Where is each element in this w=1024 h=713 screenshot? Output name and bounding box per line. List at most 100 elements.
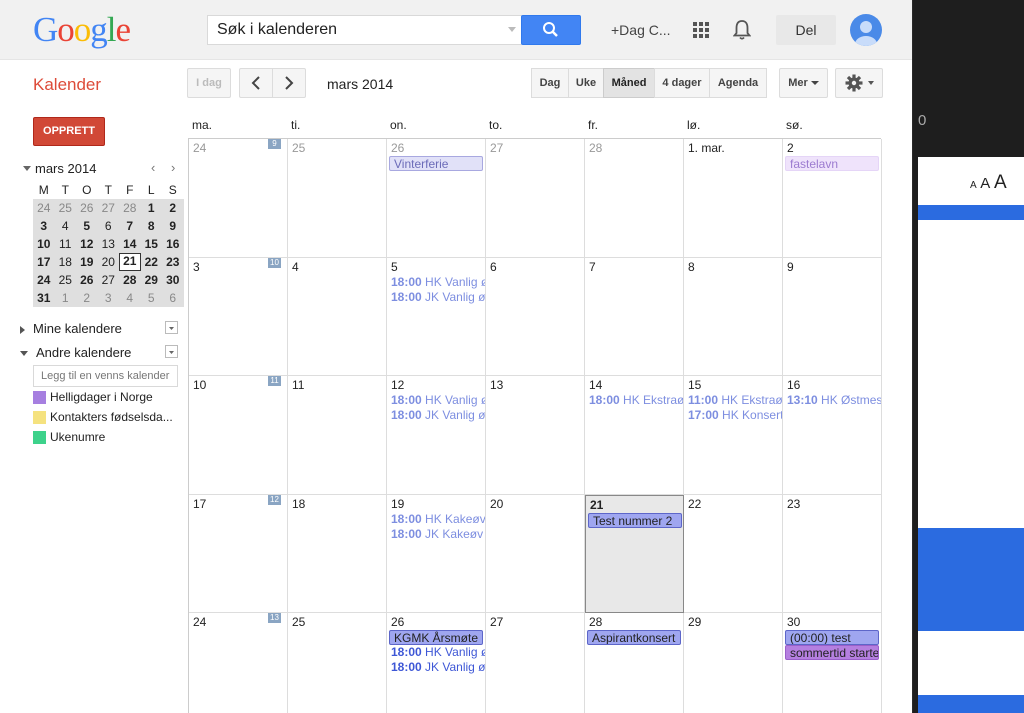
- add-friend-calendar-input[interactable]: Legg til en venns kalender: [33, 365, 178, 387]
- day-number[interactable]: 13: [490, 378, 503, 392]
- day-number[interactable]: 25: [292, 615, 305, 629]
- day-cell[interactable]: 3 10: [189, 257, 288, 376]
- view-button-0[interactable]: Dag: [531, 68, 569, 98]
- settings-button[interactable]: [835, 68, 883, 98]
- day-number[interactable]: 24: [193, 615, 206, 629]
- day-cell[interactable]: 27: [486, 139, 585, 258]
- event-item[interactable]: 18:00 JK Vanlig øv: [391, 660, 485, 675]
- day-number[interactable]: 21: [590, 498, 603, 512]
- create-event-button[interactable]: OPPRETT: [33, 117, 105, 146]
- mini-day[interactable]: 17: [33, 253, 55, 271]
- mini-day[interactable]: 20: [98, 253, 120, 271]
- mini-day[interactable]: 26: [76, 271, 98, 289]
- mini-day[interactable]: 6: [98, 217, 120, 235]
- day-number[interactable]: 28: [589, 141, 602, 155]
- day-number[interactable]: 11: [292, 378, 304, 392]
- day-number[interactable]: 14: [589, 378, 602, 392]
- day-number[interactable]: 3: [193, 260, 200, 274]
- mini-day[interactable]: 7: [119, 217, 141, 235]
- mini-day[interactable]: 28: [119, 199, 141, 217]
- user-name-link[interactable]: +Dag C...: [611, 22, 671, 38]
- mini-day[interactable]: 5: [141, 289, 163, 307]
- other-calendars-section[interactable]: Andre kalendere: [20, 345, 178, 360]
- day-cell[interactable]: 28: [585, 139, 684, 258]
- mini-day[interactable]: 19: [76, 253, 98, 271]
- day-cell[interactable]: 22: [684, 494, 783, 613]
- day-number[interactable]: 26: [391, 615, 404, 629]
- google-logo[interactable]: Google: [33, 10, 131, 50]
- day-cell[interactable]: 13: [486, 376, 585, 495]
- mini-day[interactable]: 21: [119, 253, 141, 271]
- event-chip[interactable]: (00:00) test: [785, 630, 879, 645]
- mini-day[interactable]: 30: [162, 271, 184, 289]
- apps-grid-icon[interactable]: [693, 22, 709, 38]
- mini-day[interactable]: 12: [76, 235, 98, 253]
- day-cell[interactable]: 1613:10 HK Østmesse: [783, 376, 882, 495]
- day-number[interactable]: 15: [688, 378, 701, 392]
- search-options-caret[interactable]: [508, 27, 516, 32]
- day-number[interactable]: 12: [391, 378, 404, 392]
- mini-day[interactable]: 24: [33, 199, 55, 217]
- mini-day[interactable]: 4: [55, 217, 77, 235]
- calendar-color-swatch[interactable]: [33, 391, 46, 404]
- mini-day[interactable]: 6: [162, 289, 184, 307]
- day-number[interactable]: 27: [490, 615, 503, 629]
- previous-button[interactable]: [239, 68, 273, 98]
- day-cell[interactable]: 8: [684, 257, 783, 376]
- day-cell[interactable]: 14 18:00 HK Ekstraøv: [585, 376, 684, 495]
- day-cell[interactable]: 17 12: [189, 494, 288, 613]
- day-number[interactable]: 20: [490, 497, 503, 511]
- mini-day[interactable]: 1: [55, 289, 77, 307]
- mini-next-month-icon[interactable]: ›: [171, 160, 175, 175]
- day-number[interactable]: 23: [787, 497, 800, 511]
- day-cell[interactable]: 2 fastelavn: [783, 139, 882, 258]
- event-chip[interactable]: Aspirantkonsert: [587, 630, 681, 645]
- day-cell[interactable]: 4: [288, 257, 387, 376]
- mini-day[interactable]: 27: [98, 271, 120, 289]
- day-number[interactable]: 25: [292, 141, 305, 155]
- event-item[interactable]: 18:00 JK Kakeøv: [391, 527, 483, 542]
- event-item[interactable]: 18:00 JK Vanlig øv: [391, 290, 485, 305]
- day-number[interactable]: 8: [688, 260, 695, 274]
- week-number-badge[interactable]: 12: [268, 494, 281, 505]
- day-cell[interactable]: 20: [486, 494, 585, 613]
- week-number-badge[interactable]: 11: [268, 376, 281, 386]
- mini-day[interactable]: 16: [162, 235, 184, 253]
- day-cell[interactable]: 9: [783, 257, 882, 376]
- more-button[interactable]: Mer: [779, 68, 828, 98]
- day-cell[interactable]: 10 11: [189, 376, 288, 495]
- week-number-badge[interactable]: 9: [268, 139, 281, 149]
- mini-calendar-month[interactable]: mars 2014: [35, 161, 96, 176]
- event-item[interactable]: 18:00 HK Ekstraøv: [589, 393, 683, 408]
- day-number[interactable]: 6: [490, 260, 497, 274]
- event-item[interactable]: 17:00 HK Konsert: [688, 408, 782, 423]
- next-button[interactable]: [272, 68, 306, 98]
- day-number[interactable]: 9: [787, 260, 794, 274]
- mini-day[interactable]: 9: [162, 217, 184, 235]
- day-number[interactable]: 1. mar.: [688, 141, 725, 155]
- mini-day[interactable]: 24: [33, 271, 55, 289]
- day-number[interactable]: 22: [688, 497, 701, 511]
- mini-day[interactable]: 2: [162, 199, 184, 217]
- day-number[interactable]: 17: [193, 497, 206, 511]
- week-number-badge[interactable]: 13: [268, 613, 281, 623]
- view-button-2[interactable]: Måned: [603, 68, 655, 98]
- calendar-color-swatch[interactable]: [33, 431, 46, 444]
- mini-day[interactable]: 3: [33, 217, 55, 235]
- event-item[interactable]: 18:00 HK Vanlig øv: [391, 393, 485, 408]
- day-cell[interactable]: 7: [585, 257, 684, 376]
- mini-day[interactable]: 28: [119, 271, 141, 289]
- day-number[interactable]: 7: [589, 260, 596, 274]
- mini-day[interactable]: 31: [33, 289, 55, 307]
- other-calendars-menu-button[interactable]: [165, 345, 178, 358]
- mini-day[interactable]: 5: [76, 217, 98, 235]
- app-title[interactable]: Kalender: [33, 75, 101, 95]
- mini-day[interactable]: 8: [141, 217, 163, 235]
- mini-day[interactable]: 29: [141, 271, 163, 289]
- day-cell[interactable]: 26KGMK Årsmøte18:00 HK Vanlig øv18:00 JK…: [387, 613, 486, 713]
- view-button-4[interactable]: Agenda: [709, 68, 767, 98]
- day-cell[interactable]: 29: [684, 613, 783, 713]
- mini-day[interactable]: 15: [141, 235, 163, 253]
- mini-day[interactable]: 2: [76, 289, 98, 307]
- day-cell[interactable]: 18: [288, 494, 387, 613]
